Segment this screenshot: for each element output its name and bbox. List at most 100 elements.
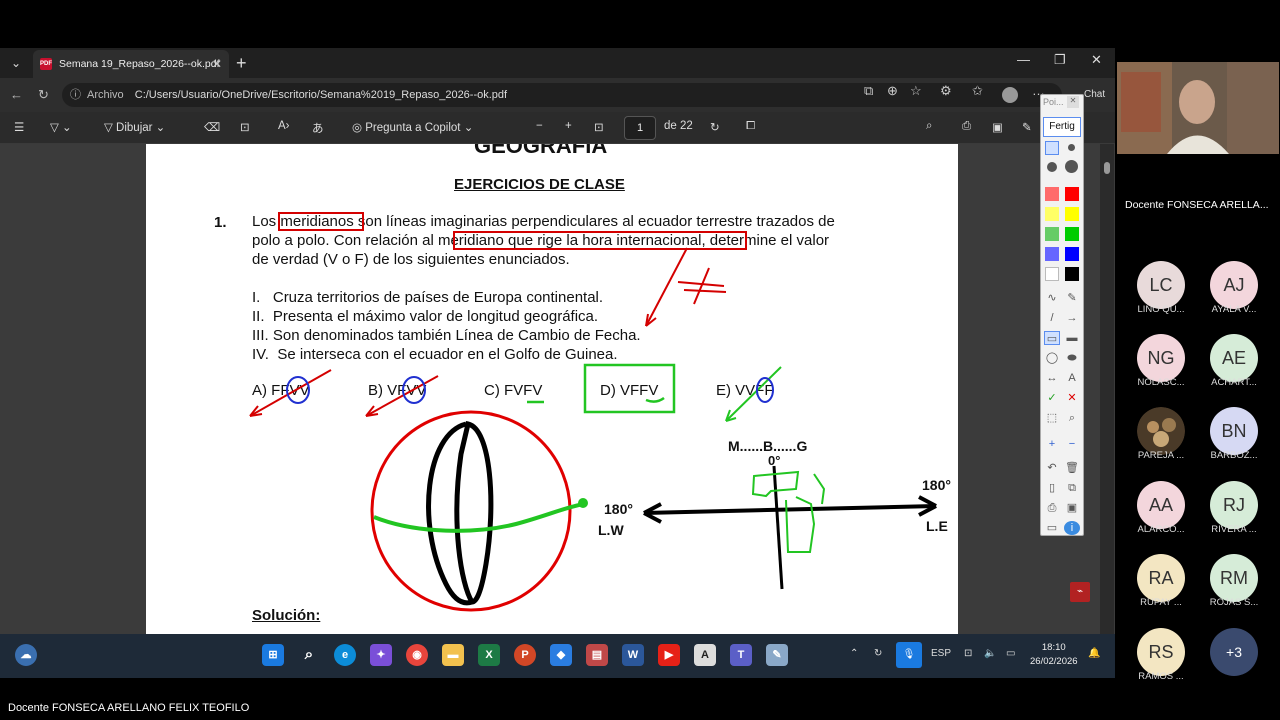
drop-icon[interactable]: ◆ [550,644,572,666]
zoom-in-icon[interactable]: + [565,120,572,132]
back-icon[interactable]: ← [10,87,23,102]
participant-avatar-9[interactable]: RA [1137,554,1185,602]
draw-button[interactable]: ▽ Dibujar ⌄ [104,120,165,134]
scroll-thumb[interactable] [1104,162,1110,174]
double-arrow-icon[interactable]: ↔ [1044,371,1060,385]
color-swatch-4[interactable] [1065,207,1079,221]
tab-pdf[interactable]: PDF Semana 19_Repaso_2026--ok.pdf ✕ [33,50,229,78]
copy-icon[interactable]: ⧉ [1064,481,1080,495]
participant-avatar-6[interactable]: BN [1210,407,1258,455]
color-swatch-2[interactable] [1065,187,1079,201]
search-icon[interactable]: ⌕ [926,120,932,133]
filled-ellipse-icon[interactable]: ⬬ [1064,351,1080,365]
info-ink-icon[interactable]: i [1064,521,1080,535]
save-as-icon[interactable]: ✎ [1022,120,1032,134]
extensions-icon[interactable]: ⚙ [940,83,952,99]
arrow-icon[interactable]: → [1064,311,1080,325]
magnifier-icon[interactable]: ⌕ [1064,411,1080,425]
select-area-icon[interactable]: ⬚ [1044,411,1060,425]
tray-app-icon[interactable]: ↻ [874,648,882,659]
start-icon[interactable]: ⊞ [262,644,284,666]
tray-chevron-icon[interactable]: ⌃ [850,648,858,659]
participant-avatar-10[interactable]: RM [1210,554,1258,602]
weather-icon[interactable]: ☁ [15,644,37,666]
network-icon[interactable]: ⊡ [964,648,972,659]
screenshot-icon[interactable]: ⧉ [864,83,873,99]
check-icon[interactable]: ✓ [1044,391,1060,405]
copilot-icon[interactable]: ✦ [370,644,392,666]
pdf-viewer[interactable]: GEOGRAFÍA EJERCICIOS DE CLASE 1. Los mer… [0,144,1115,634]
color-swatch-5[interactable] [1045,227,1059,241]
zoom-minus-icon[interactable]: − [1064,437,1080,451]
favorites-icon[interactable]: ✩ [972,83,983,99]
participant-avatar-3[interactable]: NG [1137,334,1185,382]
participant-avatar-1[interactable]: LC [1137,261,1185,309]
participant-avatar-8[interactable]: RJ [1210,481,1258,529]
zoom-out-icon[interactable]: − [536,120,543,132]
pen-size-xlarge[interactable] [1065,160,1078,173]
language-indicator[interactable]: ESP [931,648,951,659]
favorite-icon[interactable]: ☆ [910,83,922,99]
ink-close-icon[interactable]: ✕ [1067,96,1079,108]
print-icon[interactable]: ⎙ [962,120,971,133]
acrobat-icon[interactable]: ⌁ [1070,582,1090,602]
copilot-button[interactable]: ◎ Pregunta a Copilot ⌄ [352,120,473,134]
save-icon[interactable]: ▣ [992,120,1003,134]
participant-avatar-11[interactable]: RS [1137,628,1185,676]
color-swatch-1[interactable] [1045,187,1059,201]
restore-icon[interactable]: ❐ [1054,52,1066,68]
refresh-icon[interactable]: ↻ [38,87,49,103]
participant-avatar-7[interactable]: AA [1137,481,1185,529]
close-window-icon[interactable]: ✕ [1091,52,1102,68]
color-swatch-8[interactable] [1065,247,1079,261]
app-icon[interactable]: ▤ [586,644,608,666]
textbox-icon[interactable]: ⊡ [240,120,250,134]
new-tab-icon[interactable]: + [236,51,247,75]
more-participants-button[interactable]: +3 [1210,628,1258,676]
notification-icon[interactable]: 🔔 [1088,648,1100,659]
translate-icon[interactable]: あ [312,120,324,136]
word-icon[interactable]: W [622,644,644,666]
scrollbar[interactable] [1100,144,1114,634]
tab-list-icon[interactable]: ⌄ [6,54,26,72]
eraser-icon[interactable]: ⌫ [204,120,220,134]
participant-avatar-5[interactable] [1137,407,1185,455]
search-taskbar-icon[interactable]: ⌕ [298,644,320,666]
excel-icon[interactable]: X [478,644,500,666]
paint-icon[interactable]: ✎ [766,644,788,666]
line-icon[interactable]: / [1044,311,1060,325]
text-icon[interactable]: A [1064,371,1080,385]
minimize-icon[interactable]: — [1017,52,1030,67]
pen-size-small[interactable] [1045,141,1059,155]
teams-icon[interactable]: T [730,644,752,666]
pen-size-large[interactable] [1047,162,1057,172]
contents-icon[interactable]: ☰ [14,120,24,134]
explorer-icon[interactable]: ▬ [442,644,464,666]
page-view-icon[interactable]: ⧠ [746,120,755,133]
color-swatch-6[interactable] [1065,227,1079,241]
filled-rectangle-icon[interactable]: ▬ [1064,331,1080,345]
new-page-icon[interactable]: ▯ [1044,481,1060,495]
cross-icon[interactable]: ✕ [1064,391,1080,405]
color-swatch-10[interactable] [1065,267,1079,281]
page-number-input[interactable]: 1 [624,116,656,140]
microphone-icon[interactable]: 🎙 [896,642,922,668]
chrome-icon[interactable]: ◉ [406,644,428,666]
pen-size-medium[interactable] [1068,144,1075,151]
highlight-icon[interactable]: ▽ ⌄ [50,120,72,134]
profile-avatar[interactable] [1002,87,1018,103]
read-aloud-icon[interactable]: A› [278,120,290,132]
battery-icon[interactable]: ▭ [1006,648,1015,659]
clock[interactable]: 18:10 26/02/2026 [1030,641,1078,669]
participant-avatar-4[interactable]: AE [1210,334,1258,382]
ellipse-icon[interactable]: ◯ [1044,351,1060,365]
powerpoint-icon[interactable]: P [514,644,536,666]
color-swatch-3[interactable] [1045,207,1059,221]
freehand-icon[interactable]: ∿ [1044,291,1060,305]
font-app-icon[interactable]: A [694,644,716,666]
zoom-icon[interactable]: ⊕ [887,83,898,99]
zoom-plus-icon[interactable]: + [1044,437,1060,451]
color-swatch-9[interactable] [1045,267,1059,281]
screen-icon[interactable]: ▭ [1044,521,1060,535]
print-ink-icon[interactable]: ⎙ [1044,501,1060,515]
